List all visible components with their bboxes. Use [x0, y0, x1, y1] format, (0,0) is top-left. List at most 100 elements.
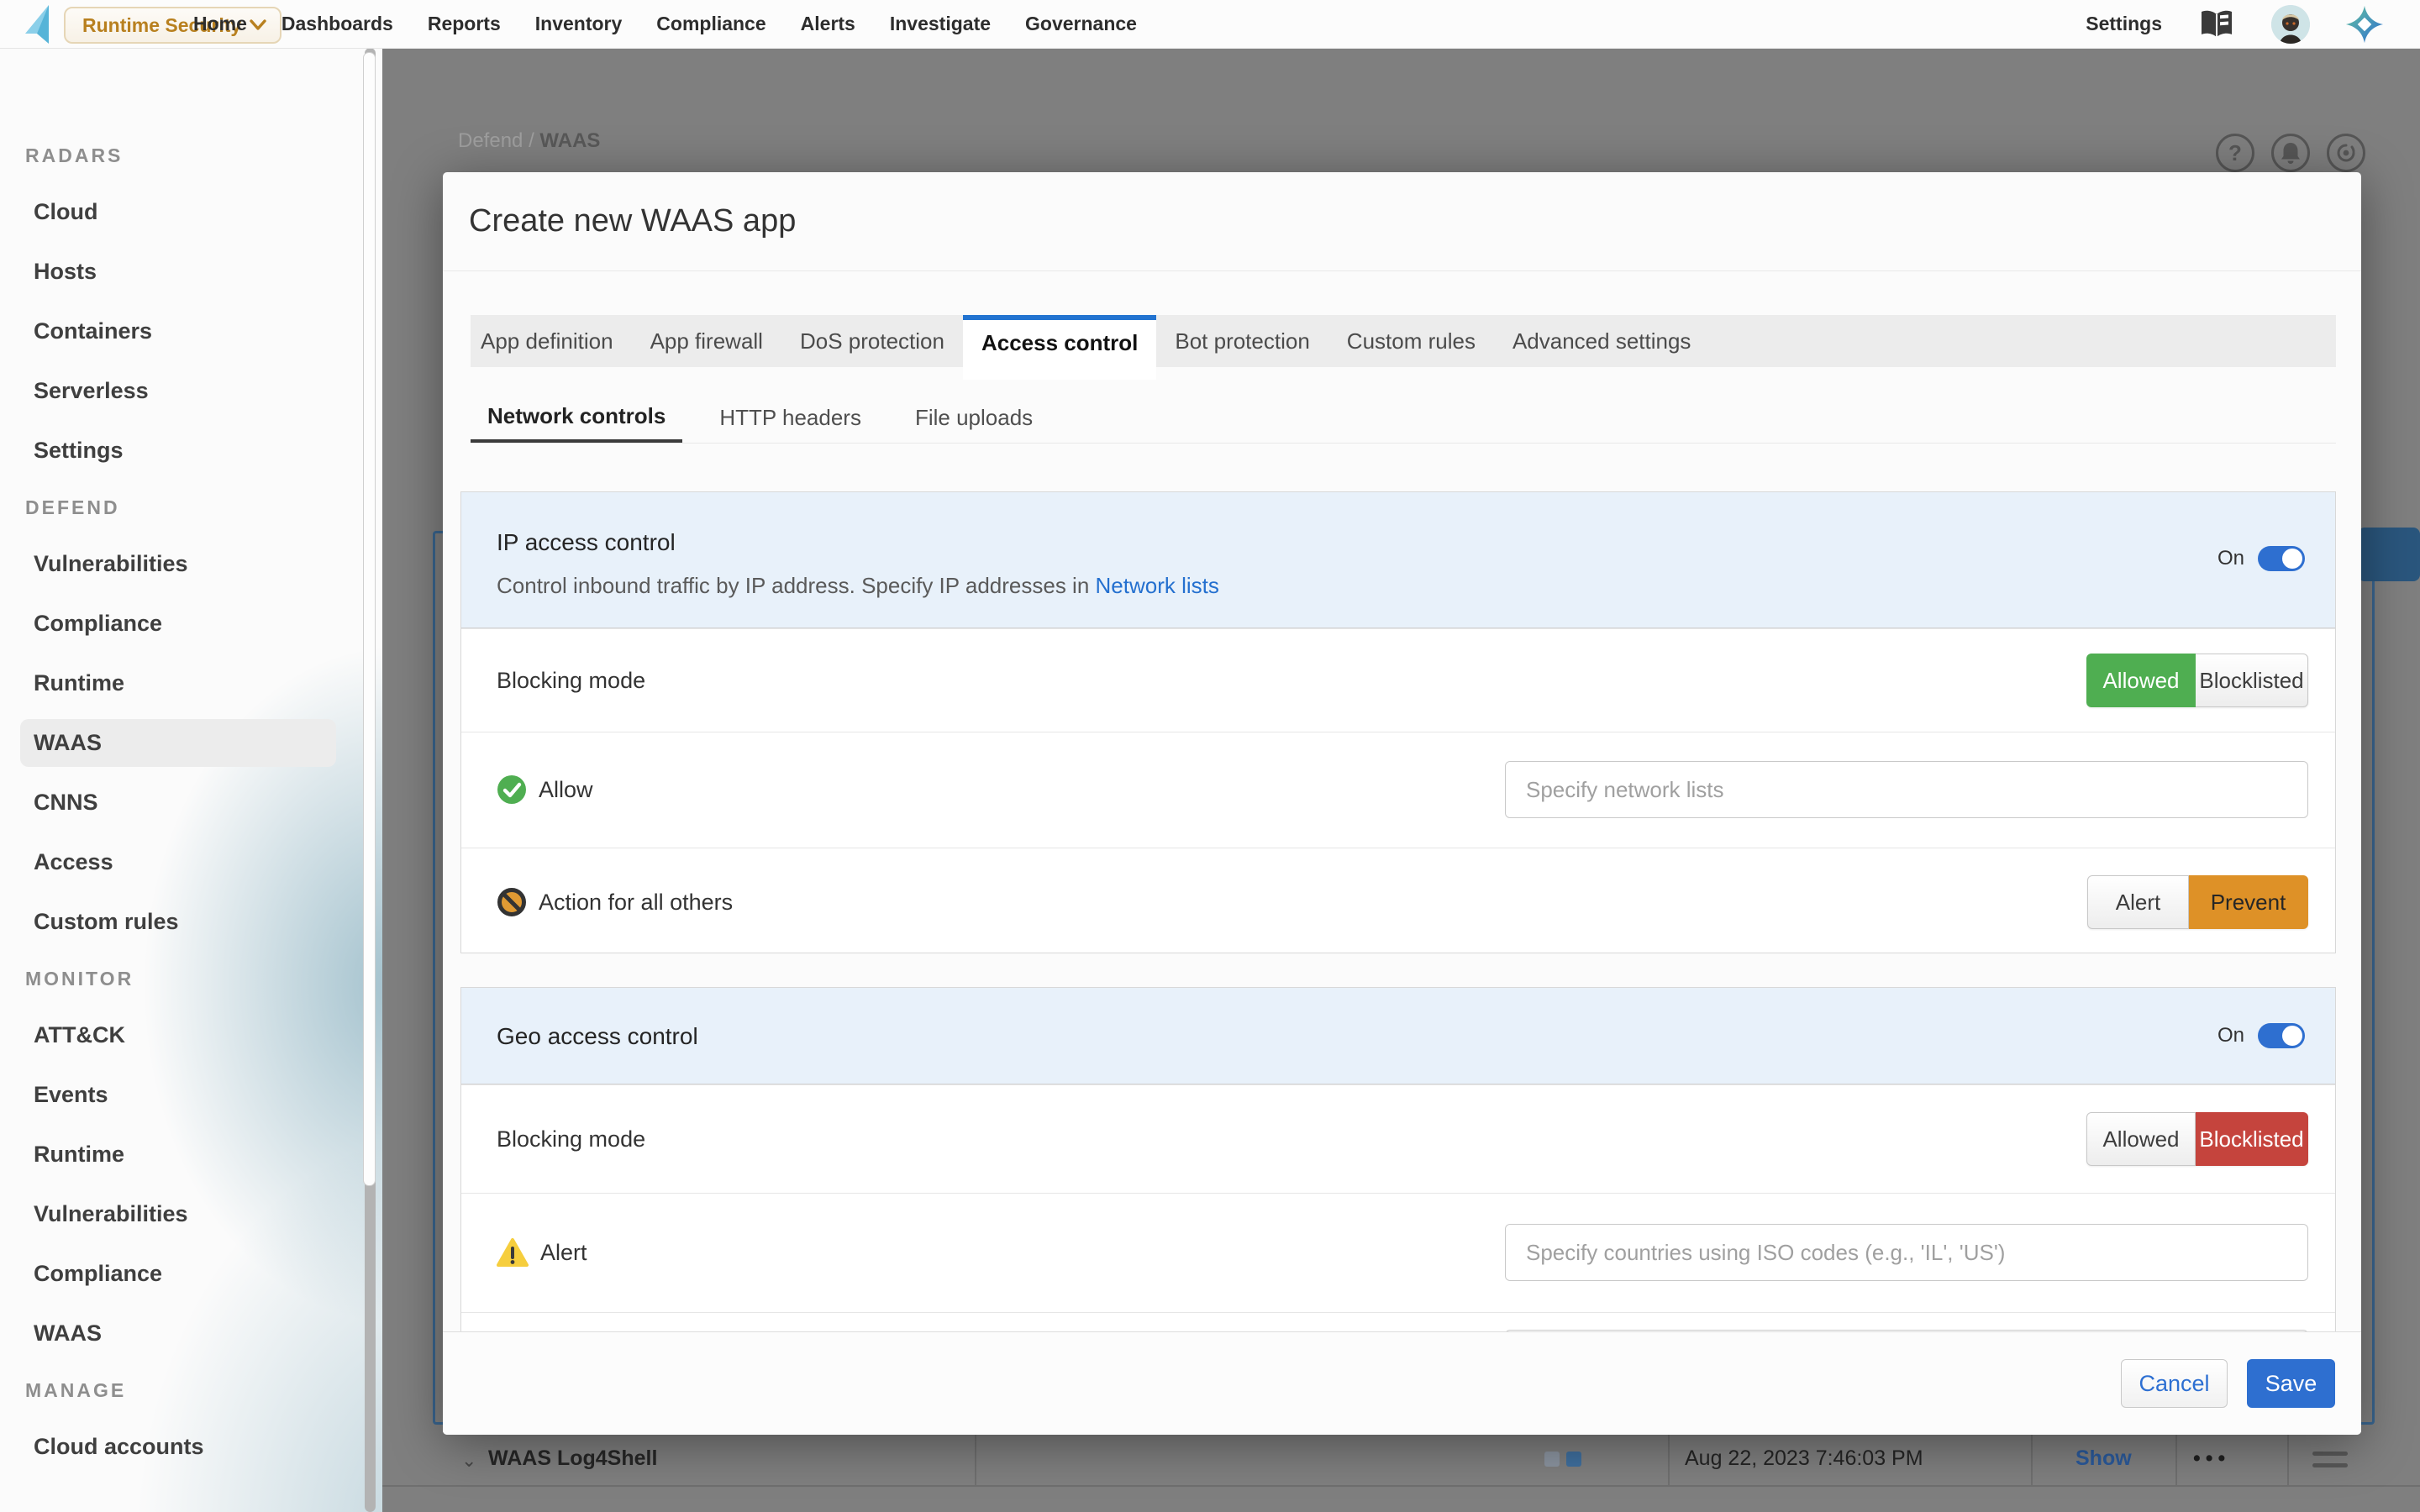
- tab-bot-protection[interactable]: Bot protection: [1156, 315, 1328, 367]
- nav-item-home[interactable]: Home: [193, 13, 247, 35]
- sidebar-section-defend: DEFEND: [0, 480, 382, 534]
- geo-blocklisted-button[interactable]: Blocklisted: [2196, 1112, 2308, 1166]
- nav-item-investigate[interactable]: Investigate: [890, 13, 991, 35]
- radar-icon[interactable]: [2327, 134, 2365, 172]
- help-icon[interactable]: ?: [2216, 134, 2254, 172]
- sidebar-item-waas-monitor[interactable]: WAAS: [0, 1304, 382, 1363]
- ip-allowed-button[interactable]: Allowed: [2086, 654, 2196, 707]
- geo-alert-label: Alert: [540, 1240, 587, 1266]
- sidebar-item-cnns[interactable]: CNNS: [0, 773, 382, 832]
- nav-item-settings[interactable]: Settings: [2086, 13, 2162, 35]
- ip-section-description: Control inbound traffic by IP address. S…: [497, 573, 1219, 599]
- row-expand-chevron-icon[interactable]: ⌄: [461, 1450, 476, 1472]
- ip-blocklisted-button[interactable]: Blocklisted: [2196, 654, 2308, 707]
- row-more-menu[interactable]: •••: [2193, 1446, 2230, 1471]
- subtab-http-headers[interactable]: HTTP headers: [702, 392, 878, 444]
- modal-footer: Cancel Save: [443, 1331, 2361, 1435]
- ip-access-toggle[interactable]: [2258, 546, 2305, 571]
- scope-badge: [1566, 1452, 1581, 1467]
- sidebar-item-runtime[interactable]: Runtime: [0, 654, 382, 713]
- sidebar-section-monitor: MONITOR: [0, 952, 382, 1005]
- tab-custom-rules[interactable]: Custom rules: [1328, 315, 1494, 367]
- ip-allow-label: Allow: [539, 777, 593, 803]
- nav-item-reports[interactable]: Reports: [428, 13, 501, 35]
- ip-access-control-card: IP access control Control inbound traffi…: [460, 491, 2336, 953]
- rule-name: WAAS Log4Shell: [488, 1446, 657, 1471]
- row-drag-handle-icon[interactable]: [2312, 1452, 2348, 1475]
- sidebar-item-hosts[interactable]: Hosts: [0, 242, 382, 302]
- ip-toggle-wrap: On: [2217, 546, 2305, 571]
- network-lists-input[interactable]: [1505, 761, 2308, 818]
- sidebar-item-settings[interactable]: Settings: [0, 421, 382, 480]
- sidebar-item-events[interactable]: Events: [0, 1065, 382, 1125]
- save-button[interactable]: Save: [2247, 1359, 2335, 1408]
- tab-access-control[interactable]: Access control: [963, 315, 1156, 380]
- tab-app-firewall[interactable]: App firewall: [632, 315, 781, 367]
- show-link[interactable]: Show: [2075, 1446, 2132, 1471]
- ip-blocking-mode-label: Blocking mode: [497, 668, 645, 694]
- nav-item-alerts[interactable]: Alerts: [801, 13, 855, 35]
- geo-access-toggle[interactable]: [2258, 1023, 2305, 1048]
- nav-item-dashboards[interactable]: Dashboards: [281, 13, 393, 35]
- geo-blocking-mode-segment: Allowed Blocklisted: [2086, 1112, 2308, 1166]
- sidebar-item-waas[interactable]: WAAS: [20, 719, 336, 767]
- ip-action-segment: Alert Prevent: [2087, 875, 2308, 929]
- sidebar-item-compliance-monitor[interactable]: Compliance: [0, 1244, 382, 1304]
- ip-alert-button[interactable]: Alert: [2087, 875, 2189, 929]
- sidebar-item-attck[interactable]: ATT&CK: [0, 1005, 382, 1065]
- sidebar-item-runtime-monitor[interactable]: Runtime: [0, 1125, 382, 1184]
- sidebar-item-vulnerabilities-monitor[interactable]: Vulnerabilities: [0, 1184, 382, 1244]
- top-nav: Runtime Security Home Dashboards Reports…: [0, 0, 2420, 49]
- ip-action-row: Action for all others Alert Prevent: [461, 848, 2335, 956]
- sidebar-item-vulnerabilities[interactable]: Vulnerabilities: [0, 534, 382, 594]
- ban-icon: [497, 887, 527, 917]
- geo-access-control-card: Geo access control On Blocking mode Allo…: [460, 987, 2336, 1333]
- ip-blocking-mode-row: Blocking mode Allowed Blocklisted: [461, 628, 2335, 732]
- ip-action-label: Action for all others: [539, 890, 733, 916]
- tab-dos-protection[interactable]: DoS protection: [781, 315, 963, 367]
- network-lists-link[interactable]: Network lists: [1096, 573, 1219, 598]
- ip-blocking-mode-segment: Allowed Blocklisted: [2086, 654, 2308, 707]
- geo-blocking-mode-row: Blocking mode Allowed Blocklisted: [461, 1084, 2335, 1193]
- nav-item-compliance[interactable]: Compliance: [656, 13, 765, 35]
- sidebar-item-cloud-accounts[interactable]: Cloud accounts: [0, 1417, 382, 1477]
- geo-toggle-wrap: On: [2217, 1023, 2305, 1048]
- create-waas-app-modal: Create new WAAS app App definition App f…: [443, 172, 2361, 1435]
- sidebar-item-serverless[interactable]: Serverless: [0, 361, 382, 421]
- ip-toggle-label: On: [2217, 547, 2244, 570]
- nav-right: Settings: [2086, 0, 2384, 48]
- ip-access-control-header: IP access control Control inbound traffi…: [461, 492, 2335, 628]
- sidebar-item-custom-rules[interactable]: Custom rules: [0, 892, 382, 952]
- tab-advanced-settings[interactable]: Advanced settings: [1494, 315, 1709, 367]
- sidebar-section-manage: MANAGE: [0, 1363, 382, 1417]
- warning-icon: [497, 1237, 529, 1268]
- geo-allowed-button[interactable]: Allowed: [2086, 1112, 2196, 1166]
- prisma-cloud-logo-icon[interactable]: [2345, 5, 2384, 44]
- breadcrumb: Defend / WAAS: [458, 129, 600, 153]
- sidebar-scrollbar-thumb[interactable]: [363, 52, 376, 1186]
- sidebar-item-access[interactable]: Access: [0, 832, 382, 892]
- subtab-file-uploads[interactable]: File uploads: [898, 392, 1050, 444]
- cancel-button[interactable]: Cancel: [2121, 1359, 2228, 1408]
- breadcrumb-defend[interactable]: Defend: [458, 129, 523, 152]
- geo-countries-input[interactable]: [1505, 1224, 2308, 1281]
- background-table-row: ⌄ WAAS Log4Shell Aug 22, 2023 7:46:03 PM…: [382, 1435, 2420, 1487]
- sidebar-item-cloud[interactable]: Cloud: [0, 182, 382, 242]
- main-nav: Home Dashboards Reports Inventory Compli…: [193, 0, 1137, 48]
- sidebar-item-containers[interactable]: Containers: [0, 302, 382, 361]
- docs-book-icon[interactable]: [2197, 5, 2236, 44]
- app-logo-icon[interactable]: [24, 5, 52, 44]
- geo-blocking-mode-label: Blocking mode: [497, 1126, 645, 1152]
- nav-item-inventory[interactable]: Inventory: [535, 13, 623, 35]
- subtab-network-controls[interactable]: Network controls: [471, 392, 682, 444]
- geo-section-title: Geo access control: [497, 1023, 698, 1050]
- ip-prevent-button[interactable]: Prevent: [2189, 875, 2308, 929]
- bell-icon[interactable]: [2271, 134, 2310, 172]
- user-avatar[interactable]: [2271, 5, 2310, 44]
- scope-badge: [1544, 1452, 1560, 1467]
- tab-app-definition[interactable]: App definition: [471, 315, 632, 367]
- nav-item-governance[interactable]: Governance: [1025, 13, 1137, 35]
- geo-access-control-header: Geo access control On: [461, 988, 2335, 1084]
- row-modified-date: Aug 22, 2023 7:46:03 PM: [1685, 1446, 1923, 1471]
- sidebar-item-compliance[interactable]: Compliance: [0, 594, 382, 654]
